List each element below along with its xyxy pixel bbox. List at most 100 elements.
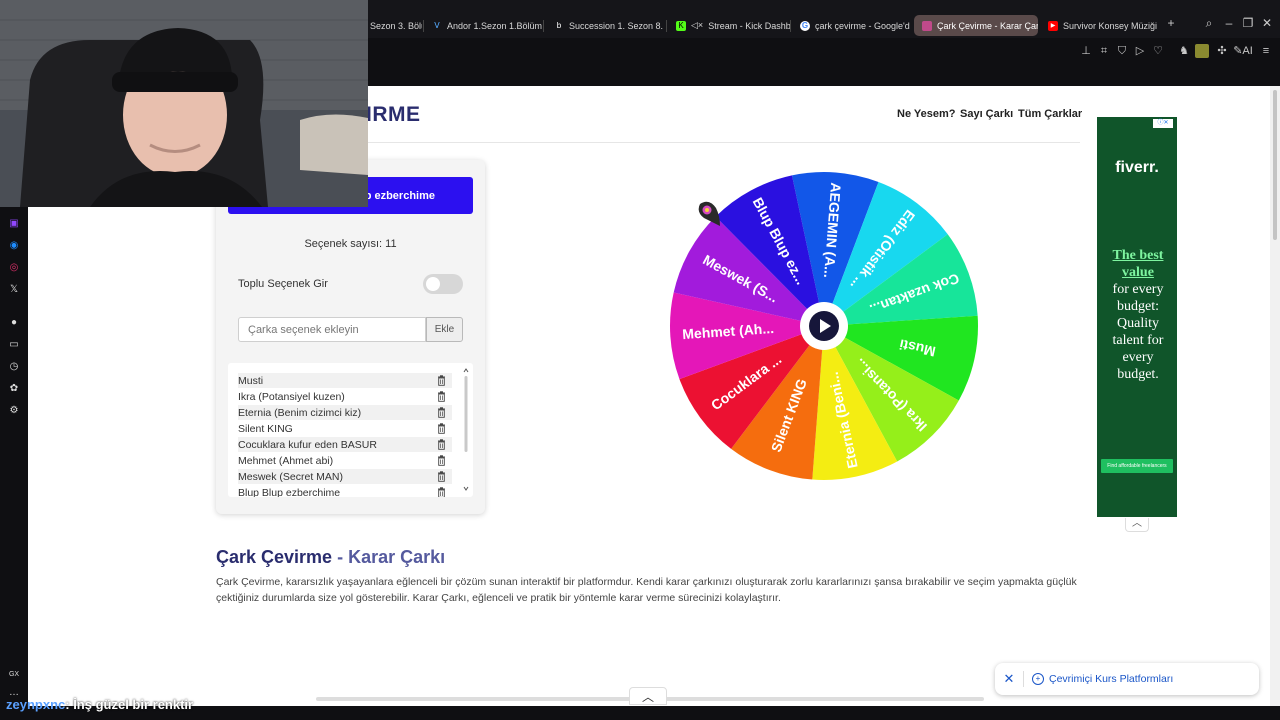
disney-icon: ᐯ	[434, 20, 440, 30]
tab-label: çark çevirme - Google'd	[815, 20, 910, 31]
ad-collapse-button[interactable]: ︿	[1125, 518, 1149, 532]
kick-icon: K	[676, 20, 686, 31]
option-row: Meswek (Secret MAN)	[238, 469, 452, 484]
gx-label[interactable]: GX	[6, 668, 22, 682]
list-scrollbar[interactable]	[463, 367, 469, 491]
trash-icon[interactable]	[437, 375, 446, 386]
tab-label: Sezon 3. Bölü	[370, 20, 422, 31]
extension-icon-2[interactable]	[1195, 44, 1209, 58]
option-label: Ikra (Potansiyel kuzen)	[238, 390, 345, 403]
tab-2[interactable]: ᐯ Andor 1.Sezon 1.Bölüm -	[424, 15, 542, 36]
menu-icon[interactable]: ≡	[1259, 44, 1273, 58]
tab-label: Succession 1. Sezon 8. B	[569, 20, 664, 31]
trash-icon[interactable]	[437, 423, 446, 434]
pin-icon[interactable]: ⊥	[1079, 44, 1093, 58]
minimize-icon[interactable]: –	[1220, 16, 1238, 30]
option-row: Musti	[238, 373, 452, 388]
tab-separator	[790, 20, 791, 32]
bulk-entry-toggle[interactable]	[423, 274, 463, 294]
option-label: Eternia (Benim cizimci kiz)	[238, 406, 362, 419]
nav-tum-carklar[interactable]: Tüm Çarklar	[1018, 108, 1082, 120]
option-list[interactable]: Musti Ikra (Potansiyel kuzen) Eternia (Ben…	[228, 363, 473, 497]
ad-cta-button[interactable]: Find affordable freelancers	[1101, 459, 1173, 473]
search-tabs-icon[interactable]: ⌕	[1200, 16, 1218, 31]
new-tab-button[interactable]: +	[1162, 16, 1180, 30]
maximize-icon[interactable]: ❐	[1239, 16, 1257, 30]
scrollbar-thumb[interactable]	[1273, 90, 1277, 240]
option-input[interactable]	[238, 317, 426, 342]
extension-icon[interactable]: ♞	[1177, 44, 1191, 58]
ad-banner[interactable]: ⓘ✕ fiverr. The best value for every budge…	[1097, 117, 1177, 517]
webcam-overlay	[0, 0, 368, 207]
option-label: Meswek (Secret MAN)	[238, 470, 344, 483]
shield-icon[interactable]: ⛉	[1115, 44, 1129, 58]
google-icon: G	[800, 20, 810, 31]
chat-message: : İnş güzel bir renktir	[65, 697, 194, 712]
site-logo[interactable]: IRME	[366, 103, 421, 127]
ad-choices-icon[interactable]: ⓘ✕	[1153, 119, 1173, 128]
nav-sayi-carki[interactable]: Sayı Çarkı	[960, 108, 1013, 120]
divider	[1023, 671, 1024, 687]
trash-icon[interactable]	[437, 471, 446, 482]
tab-label: Survivor Konsey Müziği |	[1063, 20, 1160, 31]
close-window-icon[interactable]: ✕	[1258, 16, 1276, 30]
tab-6-active[interactable]: Çark Çevirme - Karar Çarkı	[914, 15, 1038, 36]
mute-icon: ◁×	[691, 20, 704, 30]
music-icon[interactable]: ●	[7, 316, 21, 330]
scroll-up-button[interactable]: ︿	[629, 687, 667, 705]
search-plus-icon: +	[1032, 673, 1044, 685]
tab-5[interactable]: Gçark çevirme - Google'd	[792, 15, 912, 36]
screenshot-icon[interactable]: ⌗	[1097, 44, 1111, 58]
heading-part2: Karar Çarkı	[348, 547, 446, 567]
search-suggestion-pill[interactable]: ✕ + Çevrimiçi Kurs Platformları	[995, 663, 1259, 695]
ad-highlight: The best value	[1112, 248, 1164, 280]
wheel-pointer-icon	[698, 201, 720, 226]
tab-1[interactable]: Sezon 3. Bölü	[362, 15, 422, 36]
twitch-icon[interactable]: ▣	[7, 217, 21, 231]
tab-label: Stream - Kick Dashbo	[708, 20, 790, 31]
trash-icon[interactable]	[437, 455, 446, 466]
option-count: Seçenek sayısı: 11	[304, 238, 397, 250]
tab-separator	[543, 20, 544, 32]
close-icon[interactable]: ✕	[995, 671, 1023, 687]
option-row: Silent KING	[238, 421, 452, 436]
ai-icon[interactable]: ✎AI	[1233, 44, 1253, 58]
x-icon[interactable]: 𝕏	[7, 283, 21, 297]
option-label: Silent KING	[238, 422, 293, 435]
wallet-icon[interactable]: ▭	[7, 338, 21, 352]
stream-chat-overlay: zeynpxnc: İnş güzel bir renktir	[6, 697, 193, 712]
ad-copy: The best value for every budget: Quality …	[1103, 247, 1173, 383]
add-option-button[interactable]: Ekle	[426, 317, 463, 342]
extensions-icon[interactable]: ✿	[7, 382, 21, 396]
suggestion-label: Çevrimiçi Kurs Platformları	[1049, 673, 1174, 685]
trash-icon[interactable]	[437, 407, 446, 418]
messenger-icon[interactable]: ◉	[7, 239, 21, 253]
settings-icon[interactable]: ⚙	[7, 404, 21, 418]
history-icon[interactable]: ◷	[7, 360, 21, 374]
option-label: Musti	[238, 374, 264, 387]
option-row: Blup Blup ezberchime	[238, 485, 452, 497]
screen: { "browser": { "tabs": [ {"label": "Sezo…	[0, 0, 1280, 720]
option-row: Ikra (Potansiyel kuzen)	[238, 389, 452, 404]
trash-icon[interactable]	[437, 487, 446, 497]
tab-4[interactable]: K ◁× Stream - Kick Dashbo	[668, 15, 790, 36]
hbo-icon: b	[556, 20, 562, 30]
trash-icon[interactable]	[437, 439, 446, 450]
ad-body: for every budget: Quality talent for eve…	[1112, 282, 1164, 382]
nav-ne-yesem[interactable]: Ne Yesem?	[897, 108, 956, 120]
tab-3[interactable]: b Succession 1. Sezon 8. B	[546, 15, 664, 36]
play-icon[interactable]: ▷	[1133, 44, 1147, 58]
option-row: Cocuklara kufur eden BASUR	[238, 437, 452, 452]
trash-icon[interactable]	[437, 391, 446, 402]
option-label: Cocuklara kufur eden BASUR	[238, 438, 377, 451]
heart-icon[interactable]: ♡	[1151, 44, 1165, 58]
options-panel: p ezberchime Seçenek sayısı: 11 Toplu Se…	[216, 160, 485, 514]
puzzle-icon[interactable]: ✣	[1215, 44, 1229, 58]
vertical-scrollbar[interactable]	[1270, 86, 1280, 706]
instagram-icon[interactable]: ◎	[7, 261, 21, 275]
chat-username: zeynpxnc	[6, 697, 66, 712]
toggle-knob	[426, 277, 440, 291]
tab-7[interactable]: ▶ Survivor Konsey Müziği |	[1040, 15, 1160, 36]
option-row: Mehmet (Ahmet abi)	[238, 453, 452, 468]
page-description: Çark Çevirme, kararsızlık yaşayanlara eğ…	[216, 576, 1077, 604]
